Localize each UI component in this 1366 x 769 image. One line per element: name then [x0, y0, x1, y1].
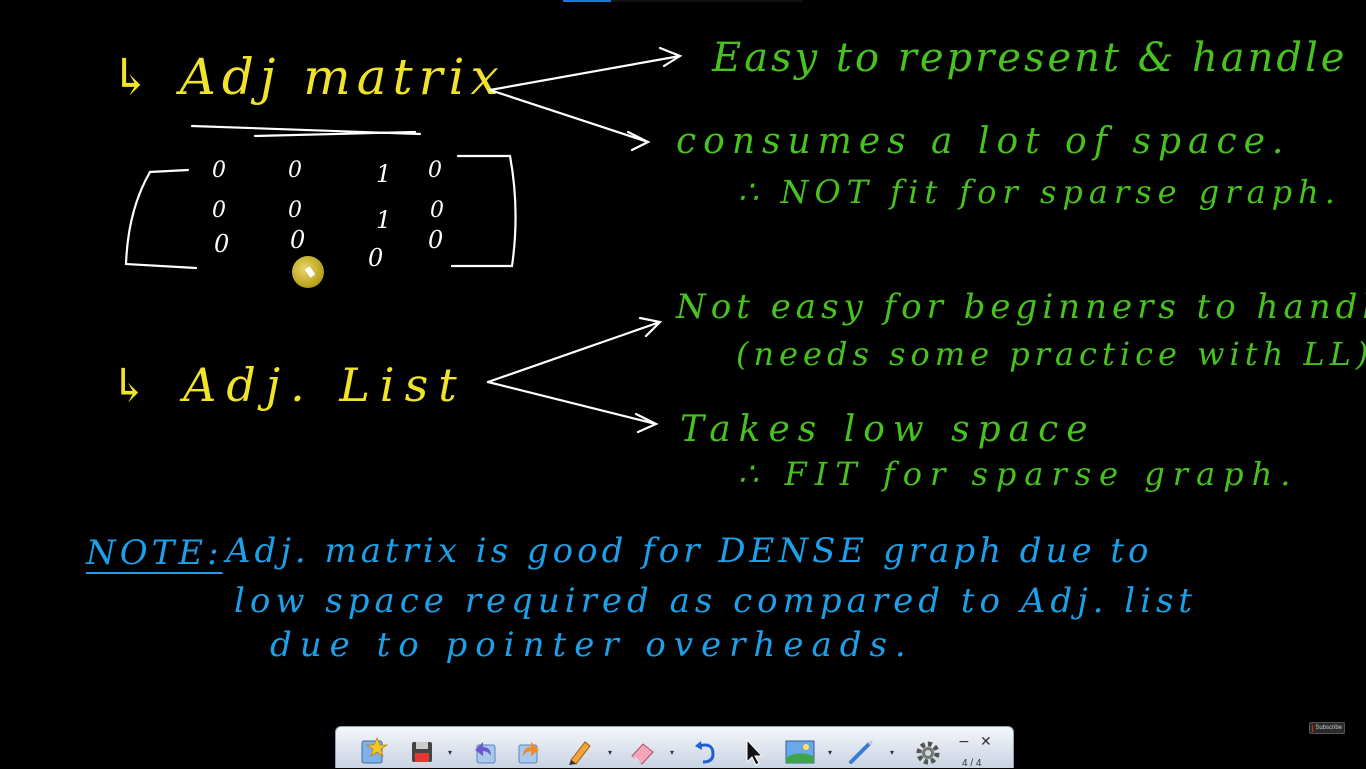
matrix-cell: 1 — [376, 206, 392, 234]
eraser-icon[interactable] — [626, 735, 658, 767]
star-pen-icon[interactable] — [358, 735, 390, 767]
matrix-cell: 0 — [368, 244, 384, 272]
matrix-cell: 0 — [428, 226, 444, 254]
page-indicator: 4 / 4 — [962, 758, 982, 769]
pen-menu-chevron-icon[interactable]: ▾ — [606, 749, 614, 757]
matrix-cell: 0 — [428, 158, 442, 183]
matrix-cell: 0 — [212, 158, 226, 183]
youtube-icon — [1312, 724, 1314, 732]
save-icon[interactable] — [406, 735, 438, 767]
cursor-arrow-icon[interactable] — [736, 735, 768, 767]
pointer-wand-icon[interactable] — [846, 735, 878, 767]
save-menu-chevron-icon[interactable]: ▾ — [446, 749, 454, 757]
arrow-list-pros — [486, 380, 659, 434]
redo-icon[interactable] — [514, 735, 546, 767]
image-icon[interactable] — [784, 735, 816, 767]
matrix-cell: 1 — [376, 160, 392, 188]
matrix-cell: 0 — [288, 158, 302, 183]
matrix-cell: 0 — [288, 198, 302, 223]
close-button[interactable]: ✕ — [980, 735, 992, 749]
matrix-cell: 0 — [214, 230, 230, 258]
matrix-left-bracket — [124, 168, 198, 270]
image-menu-chevron-icon[interactable]: ▾ — [826, 749, 834, 757]
wand-menu-chevron-icon[interactable]: ▾ — [888, 749, 896, 757]
minimize-button[interactable]: − — [958, 735, 970, 749]
matrix-cell: 0 — [212, 198, 226, 223]
matrix-cell: 0 — [430, 198, 444, 223]
list-pros-text: Takes low space — [680, 409, 1096, 450]
matrix-cell: 0 — [290, 226, 306, 254]
eraser-menu-chevron-icon[interactable]: ▾ — [668, 749, 676, 757]
pen-icon[interactable] — [564, 735, 596, 767]
undo-icon[interactable] — [468, 735, 500, 767]
matrix-cons-text: consumes a lot of space. — [676, 121, 1291, 162]
subscribe-badge[interactable]: Subscribe — [1309, 722, 1345, 734]
pen-cursor-icon — [292, 256, 324, 288]
settings-icon[interactable] — [912, 735, 944, 767]
note-line-3: due to pointer overheads. — [270, 625, 914, 665]
matrix-pros-text: Easy to represent & handle — [712, 35, 1348, 81]
subscribe-text: Subscribe — [1315, 725, 1342, 731]
list-cons-text: Not easy for beginners to handle — [676, 287, 1366, 327]
arrow-to-cons — [488, 88, 651, 152]
arrow-list-cons — [486, 316, 663, 384]
arrow-to-pros — [488, 46, 683, 92]
drawing-toolbar: ▾ ▾ ▾ ▾ ▾ − ✕ 4 / 4 — [335, 726, 1014, 769]
note-line-1: Adj. matrix is good for DENSE graph due … — [226, 531, 1153, 571]
whiteboard-canvas[interactable]: ↳ Adj matrix ↳ Adj. List 0 0 1 0 0 0 1 0… — [0, 0, 1366, 769]
list-cons-note: (needs some practice with LL) — [736, 335, 1366, 373]
note-line-2: low space required as compared to Adj. l… — [234, 581, 1198, 621]
list-pros-conclusion: ∴ FIT for sparse graph. — [738, 455, 1299, 493]
undo-arrow-icon[interactable] — [690, 735, 722, 767]
matrix-right-bracket — [450, 154, 517, 268]
matrix-cons-conclusion: ∴ NOT fit for sparse graph. — [738, 173, 1341, 211]
note-label: NOTE: — [86, 533, 223, 573]
